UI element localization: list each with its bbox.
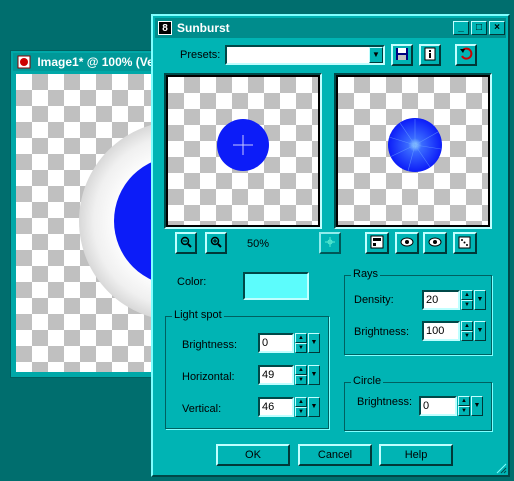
image-window-titlebar[interactable]: Image1* @ 100% (Ve (13, 53, 159, 71)
close-button[interactable]: × (489, 21, 505, 35)
dialog-titlebar[interactable]: 8 Sunburst _ □ × (155, 18, 506, 38)
pan-button[interactable] (319, 232, 341, 254)
color-swatch[interactable] (243, 272, 309, 300)
image-canvas[interactable] (16, 74, 161, 372)
proof-toggle-button[interactable] (365, 232, 389, 254)
presets-label: Presets: (180, 49, 221, 61)
ok-button[interactable]: OK (216, 444, 290, 466)
light-spot-group: Light spot Brightness: 0 ▲ ▼ ▼ Horizontal… (165, 309, 329, 429)
rays-brightness-label: Brightness: (354, 326, 410, 338)
vertical-input[interactable]: 46 (258, 397, 294, 417)
density-slider-button[interactable]: ▼ (474, 290, 486, 310)
light-spot-brightness-slider-button[interactable]: ▼ (308, 333, 320, 353)
zoom-in-icon (210, 236, 222, 248)
dialog-title: Sunburst (177, 21, 230, 35)
horizontal-updown[interactable]: ▲ ▼ (295, 365, 307, 385)
light-spot-brightness-input[interactable]: 0 (258, 333, 294, 353)
cancel-button[interactable]: Cancel (298, 444, 372, 466)
horizontal-slider-button[interactable]: ▼ (308, 365, 320, 385)
image-window-title: Image1* @ 100% (Ve (37, 55, 154, 69)
preset-info-button[interactable] (419, 44, 441, 66)
vertical-label: Vertical: (182, 403, 222, 415)
rays-group: Rays Density: 20 ▲ ▼ ▼ Brightness: 100 ▲ ▼… (344, 268, 492, 355)
zoom-out-icon (180, 236, 192, 248)
color-label: Color: (177, 276, 207, 288)
rays-brightness-updown[interactable]: ▲ ▼ (461, 321, 473, 341)
circle-group-label: Circle (351, 375, 384, 387)
proof-icon (370, 235, 384, 248)
light-spot-brightness-label: Brightness: (182, 339, 238, 351)
eye-icon (428, 237, 442, 246)
vertical-updown[interactable]: ▲ ▼ (295, 397, 307, 417)
zoom-level: 50% (247, 238, 270, 250)
eye-lock-icon (400, 237, 414, 246)
zoom-out-button[interactable] (175, 232, 197, 254)
density-input[interactable]: 20 (422, 290, 460, 310)
rays-brightness-input[interactable]: 100 (422, 321, 460, 341)
reset-button[interactable] (455, 44, 477, 66)
horizontal-input[interactable]: 49 (258, 365, 294, 385)
app-icon: 8 (158, 21, 172, 35)
save-preset-button[interactable] (391, 44, 413, 66)
floppy-disk-icon (396, 47, 408, 60)
chevron-down-icon[interactable]: ▼ (369, 47, 383, 63)
presets-dropdown[interactable]: ▼ (225, 45, 385, 65)
circle-brightness-label: Brightness: (357, 396, 413, 408)
rays-group-label: Rays (351, 268, 381, 280)
reset-arrow-icon (460, 47, 473, 60)
circle-brightness-updown[interactable]: ▲ ▼ (458, 396, 470, 416)
result-preview[interactable] (334, 73, 492, 229)
resize-grip-icon[interactable] (495, 462, 507, 474)
dice-icon (458, 236, 471, 248)
horizontal-label: Horizontal: (182, 371, 235, 383)
light-spot-group-label: Light spot (172, 309, 224, 321)
help-button[interactable]: Help (379, 444, 453, 466)
minimize-button[interactable]: _ (453, 21, 469, 35)
zoom-in-button[interactable] (205, 232, 227, 254)
auto-proof-button[interactable] (395, 232, 419, 254)
original-preview[interactable] (164, 73, 322, 229)
vertical-slider-button[interactable]: ▼ (308, 397, 320, 417)
circle-brightness-input[interactable]: 0 (419, 396, 457, 416)
density-updown[interactable]: ▲ ▼ (461, 290, 473, 310)
info-icon (424, 47, 436, 60)
circle-group: Circle Brightness: 0 ▲ ▼ ▼ (344, 375, 492, 431)
density-label: Density: (354, 294, 394, 306)
image-doc-icon (17, 55, 31, 69)
preview-eye-button[interactable] (423, 232, 447, 254)
circle-brightness-slider-button[interactable]: ▼ (471, 396, 483, 416)
image-window: Image1* @ 100% (Ve (10, 50, 161, 378)
randomize-button[interactable] (453, 232, 477, 254)
sunburst-dialog: 8 Sunburst _ □ × Presets: ▼ 50% Color: L… (151, 14, 510, 477)
move-crosshair-icon (325, 236, 335, 247)
rays-brightness-slider-button[interactable]: ▼ (474, 321, 486, 341)
maximize-button[interactable]: □ (471, 21, 487, 35)
light-spot-brightness-updown[interactable]: ▲ ▼ (295, 333, 307, 353)
